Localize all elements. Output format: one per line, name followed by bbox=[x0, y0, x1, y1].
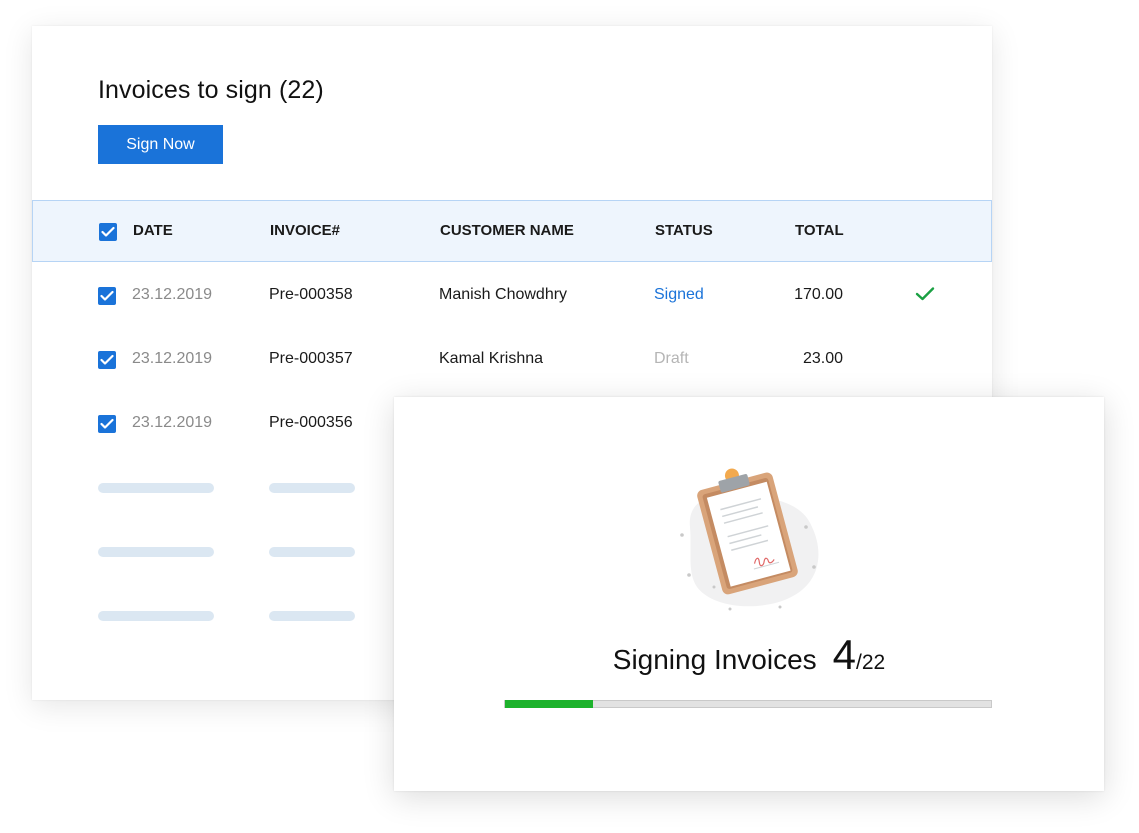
sign-now-button[interactable]: Sign Now bbox=[98, 125, 223, 164]
skeleton-placeholder bbox=[98, 483, 214, 493]
checkbox-checked-icon bbox=[100, 354, 114, 365]
row-total: 170.00 bbox=[794, 286, 843, 303]
skeleton-placeholder bbox=[269, 483, 355, 493]
row-invoice-number[interactable]: Pre-000357 bbox=[269, 350, 353, 368]
progress-bar bbox=[504, 700, 992, 708]
signing-current-count: 4 bbox=[832, 631, 857, 678]
table-row[interactable]: 23.12.2019 Pre-000358 Manish Chowdhry Si… bbox=[32, 262, 992, 326]
select-all-checkbox[interactable] bbox=[99, 223, 117, 241]
table-header: DATE INVOICE# CUSTOMER NAME STATUS TOTAL bbox=[32, 200, 992, 262]
row-invoice-number[interactable]: Pre-000356 bbox=[269, 414, 353, 432]
checkbox-checked-icon bbox=[100, 418, 114, 429]
column-header-customer[interactable]: CUSTOMER NAME bbox=[440, 222, 574, 239]
skeleton-placeholder bbox=[98, 547, 214, 557]
row-customer-name: Manish Chowdhry bbox=[439, 286, 568, 303]
signing-progress-dialog: Signing Invoices 4/22 bbox=[394, 397, 1104, 791]
checkbox-checked-icon bbox=[100, 290, 114, 301]
skeleton-placeholder bbox=[269, 611, 355, 621]
stage: Invoices to sign (22) Sign Now DATE INVO… bbox=[0, 0, 1139, 833]
column-header-status[interactable]: STATUS bbox=[655, 222, 713, 239]
page-title: Invoices to sign (22) bbox=[98, 76, 324, 104]
row-date: 23.12.2019 bbox=[132, 414, 213, 431]
row-checkbox[interactable] bbox=[98, 351, 116, 369]
column-header-date[interactable]: DATE bbox=[133, 222, 173, 239]
row-checkbox[interactable] bbox=[98, 287, 116, 305]
checkmark-icon bbox=[915, 287, 935, 301]
checkbox-checked-icon bbox=[101, 226, 115, 237]
table-row[interactable]: 23.12.2019 Pre-000357 Kamal Krishna Draf… bbox=[32, 326, 992, 390]
row-status: Draft bbox=[654, 350, 689, 367]
column-header-invoice[interactable]: INVOICE# bbox=[270, 222, 340, 239]
clipboard-document-icon bbox=[680, 468, 819, 611]
row-date: 23.12.2019 bbox=[132, 350, 213, 367]
row-date: 23.12.2019 bbox=[132, 286, 213, 303]
row-invoice-number[interactable]: Pre-000358 bbox=[269, 286, 353, 304]
signing-progress-text: Signing Invoices 4/22 bbox=[394, 631, 1104, 679]
signing-total-count: /22 bbox=[856, 651, 886, 674]
skeleton-placeholder bbox=[98, 611, 214, 621]
row-checkbox[interactable] bbox=[98, 415, 116, 433]
row-total: 23.00 bbox=[802, 350, 843, 367]
row-status: Signed bbox=[654, 286, 704, 303]
row-customer-name: Kamal Krishna bbox=[439, 350, 544, 367]
signing-label: Signing Invoices bbox=[612, 644, 817, 675]
progress-bar-fill bbox=[505, 700, 594, 708]
skeleton-placeholder bbox=[269, 547, 355, 557]
column-header-total[interactable]: TOTAL bbox=[795, 222, 844, 239]
